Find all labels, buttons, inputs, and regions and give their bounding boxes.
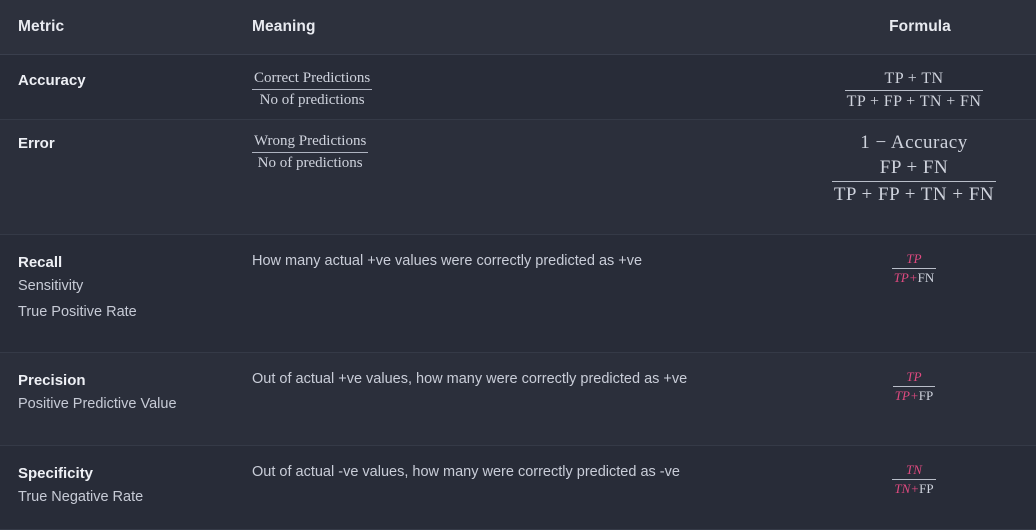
metrics-table: Metric Meaning Formula Accuracy Correct … xyxy=(0,0,1036,530)
metric-name: Recall xyxy=(18,254,63,271)
metric-alias: Sensitivity xyxy=(18,278,84,295)
meaning-fraction: Wrong Predictions No of predictions xyxy=(252,132,369,173)
metric-alias: True Negative Rate xyxy=(18,489,144,506)
term-accent: TN xyxy=(894,481,911,497)
fraction-denominator: No of predictions xyxy=(257,154,363,171)
table-row: Accuracy Correct Predictions No of predi… xyxy=(0,55,1036,120)
metric-name: Error xyxy=(18,135,55,152)
column-header-meaning: Meaning xyxy=(252,18,316,35)
fraction-denominator: TP + FP + TN + FN xyxy=(846,93,982,110)
metric-cell-accuracy: Accuracy xyxy=(0,69,252,111)
metric-cell-specificity: Specificity True Negative Rate xyxy=(0,462,252,521)
formula-cell-specificity: TN TN+FP xyxy=(804,462,1036,521)
metric-cell-error: Error xyxy=(0,132,252,226)
metric-alias: Positive Predictive Value xyxy=(18,396,177,413)
term-accent: TP xyxy=(893,270,909,286)
meaning-description: Out of actual -ve values, how many were … xyxy=(252,464,680,480)
formula-line-one-minus-accuracy: 1 − Accuracy xyxy=(860,132,968,153)
fraction-denominator: TP+FN xyxy=(892,269,937,287)
meaning-cell-recall: How many actual +ve values were correctl… xyxy=(252,251,804,344)
meaning-description: How many actual +ve values were correctl… xyxy=(252,253,643,269)
meaning-cell-error: Wrong Predictions No of predictions xyxy=(252,132,804,226)
term-accent: TP xyxy=(906,251,922,266)
metric-cell-recall: Recall Sensitivity True Positive Rate xyxy=(0,251,252,344)
term-operator: + xyxy=(910,481,920,497)
formula-cell-error: 1 − Accuracy FP + FN TP + FP + TN + FN xyxy=(804,132,1036,226)
term-accent: TP xyxy=(906,369,922,384)
table-row: Recall Sensitivity True Positive Rate Ho… xyxy=(0,235,1036,353)
formula-fraction: TP + TN TP + FP + TN + FN xyxy=(844,69,984,113)
fraction-numerator: TP xyxy=(892,369,936,388)
meaning-description: Out of actual +ve values, how many were … xyxy=(252,371,688,387)
meaning-cell-precision: Out of actual +ve values, how many were … xyxy=(252,369,804,437)
term-plain: FP xyxy=(919,481,934,497)
meaning-fraction: Correct Predictions No of predictions xyxy=(252,69,373,110)
fraction-numerator: Correct Predictions xyxy=(252,69,373,90)
metric-name: Specificity xyxy=(18,465,94,482)
fraction-numerator: Wrong Predictions xyxy=(252,132,369,153)
term-operator: + xyxy=(909,388,919,404)
table-row: Error Wrong Predictions No of prediction… xyxy=(0,120,1036,235)
fraction-numerator: TP xyxy=(891,251,937,270)
column-header-formula: Formula xyxy=(889,18,951,35)
formula-fraction: TP TP+FN xyxy=(891,251,937,287)
metric-alias: True Positive Rate xyxy=(18,303,137,320)
formula-cell-accuracy: TP + TN TP + FP + TN + FN xyxy=(804,69,1036,111)
metric-name: Precision xyxy=(18,372,86,389)
fraction-numerator: TP + TN xyxy=(844,69,984,91)
term-operator: + xyxy=(908,270,918,286)
fraction-denominator: TN+FP xyxy=(892,480,935,498)
formula-cell-recall: TP TP+FN xyxy=(804,251,1036,344)
formula-cell-precision: TP TP+FP xyxy=(804,369,1036,437)
fraction-numerator: FP + FN xyxy=(831,156,997,182)
fraction-denominator: TP + FP + TN + FN xyxy=(833,183,995,205)
formula-fraction: TN TN+FP xyxy=(892,462,936,498)
term-plain: FN xyxy=(917,270,935,286)
table-header-row: Metric Meaning Formula xyxy=(0,0,1036,55)
term-plain: FP xyxy=(918,388,934,404)
term-accent: TP xyxy=(894,388,910,404)
metric-name: Accuracy xyxy=(18,72,86,89)
meaning-cell-accuracy: Correct Predictions No of predictions xyxy=(252,69,804,111)
formula-fraction: FP + FN TP + FP + TN + FN xyxy=(831,156,997,207)
table-row: Specificity True Negative Rate Out of ac… xyxy=(0,446,1036,530)
metric-cell-precision: Precision Positive Predictive Value xyxy=(0,369,252,437)
meaning-cell-specificity: Out of actual -ve values, how many were … xyxy=(252,462,804,521)
fraction-numerator: TN xyxy=(892,462,936,481)
fraction-denominator: No of predictions xyxy=(259,91,365,108)
formula-stack: 1 − Accuracy FP + FN TP + FP + TN + FN xyxy=(831,132,997,207)
table-row: Precision Positive Predictive Value Out … xyxy=(0,353,1036,446)
formula-fraction: TP TP+FP xyxy=(892,369,936,405)
column-header-metric: Metric xyxy=(18,18,65,35)
term-accent: TN xyxy=(906,462,922,477)
fraction-denominator: TP+FP xyxy=(893,387,935,405)
